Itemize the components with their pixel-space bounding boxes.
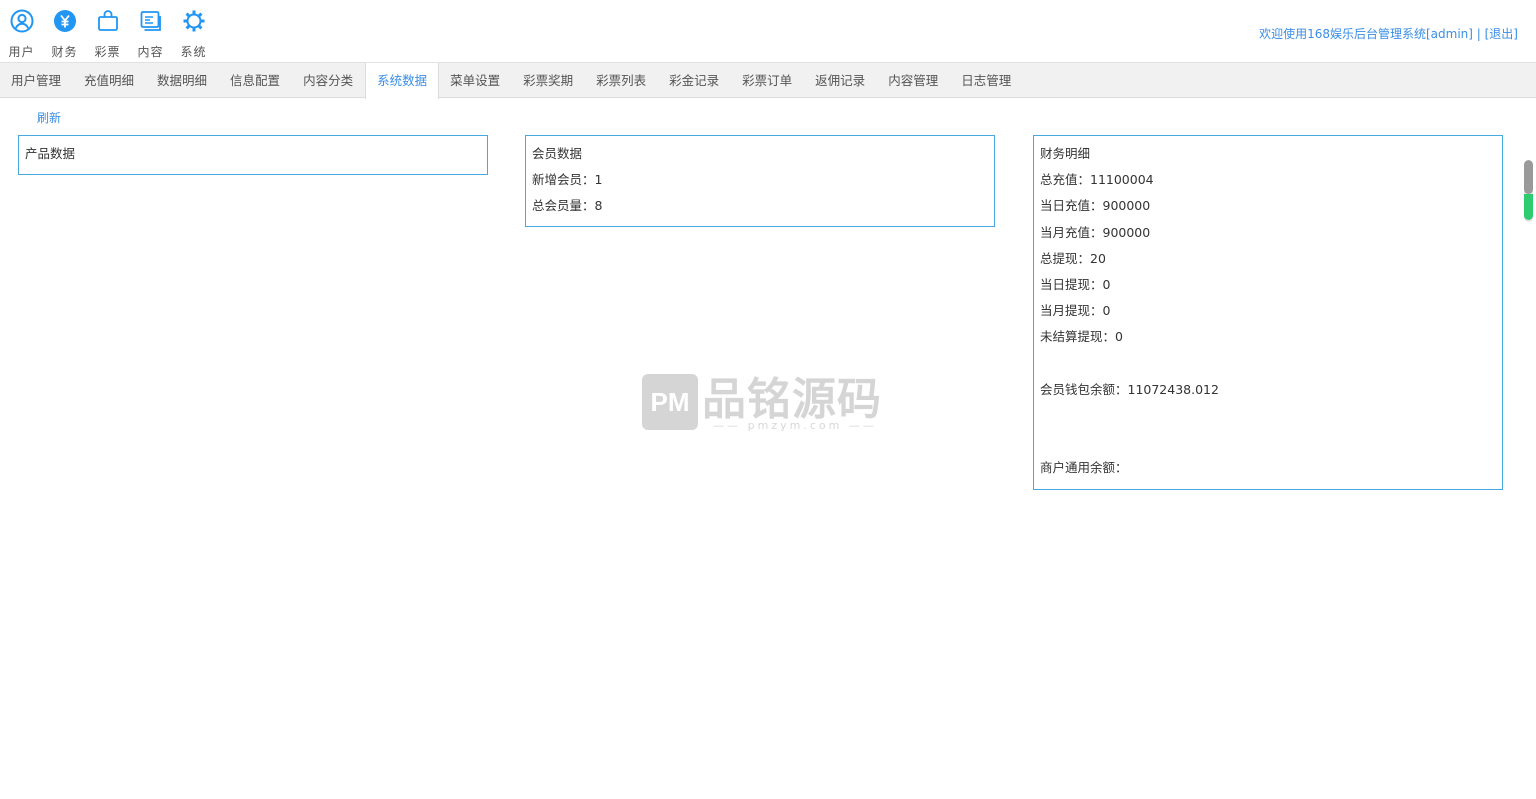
scroll-indicator[interactable] <box>1524 160 1533 222</box>
logout-link[interactable]: [退出] <box>1485 27 1518 41</box>
top-nav-label: 内容 <box>137 45 164 59</box>
watermark-badge: PM <box>642 374 698 430</box>
new-members-row: 新增会员：1 <box>532 172 603 188</box>
daily-withdraw-row: 当日提现：0 <box>1040 276 1111 292</box>
monthly-withdraw-row: 当月提现：0 <box>1040 303 1111 319</box>
welcome-text: 欢迎使用168娱乐后台管理系统[admin] <box>1259 27 1473 41</box>
tab-6[interactable]: 菜单设置 <box>439 63 512 98</box>
top-nav-finance[interactable]: 财务 <box>43 8 86 60</box>
top-nav-system[interactable]: 系统 <box>172 8 215 60</box>
finance-detail-panel: 财务明细 总充值：11100004 当日充值：900000 当月充值：90000… <box>1033 135 1503 490</box>
watermark-logo: PM 品铭源码 —— pmzym.com —— <box>642 374 892 436</box>
tab-8[interactable]: 彩票列表 <box>585 63 658 98</box>
gear-icon <box>181 8 207 34</box>
spacer-row <box>1040 356 1496 382</box>
spacer-row <box>1040 434 1496 460</box>
content-icon <box>138 8 164 34</box>
total-withdraw-row: 总提现：20 <box>1040 250 1106 266</box>
spacer-row <box>1040 408 1496 434</box>
tab-10[interactable]: 彩票订单 <box>731 63 804 98</box>
yen-icon <box>52 8 78 34</box>
top-nav-content[interactable]: 内容 <box>129 8 172 60</box>
top-nav-user[interactable]: 用户 <box>0 8 43 60</box>
top-nav-lottery[interactable]: 彩票 <box>86 8 129 60</box>
refresh-link[interactable]: 刷新 <box>37 109 61 126</box>
tab-0[interactable]: 用户管理 <box>0 63 73 98</box>
member-data-panel: 会员数据 新增会员：1 总会员量：8 <box>525 135 995 227</box>
tab-5[interactable]: 系统数据 <box>365 63 440 99</box>
tab-12[interactable]: 内容管理 <box>877 63 950 98</box>
bag-icon <box>95 8 121 34</box>
top-header: 用户 财务 彩票 内容 系统 欢迎使用168娱乐后台管理系统[admin] | … <box>0 0 1536 62</box>
merchant-balance-row: 商户通用余额： <box>1040 460 1128 476</box>
tab-2[interactable]: 数据明细 <box>146 63 219 98</box>
top-nav: 用户 财务 彩票 内容 系统 <box>0 8 215 60</box>
tab-1[interactable]: 充值明细 <box>73 63 146 98</box>
welcome-bar: 欢迎使用168娱乐后台管理系统[admin] | [退出] <box>1259 25 1518 42</box>
top-nav-label: 彩票 <box>94 45 121 59</box>
panel-title: 产品数据 <box>25 146 76 161</box>
user-icon <box>9 8 35 34</box>
tab-9[interactable]: 彩金记录 <box>658 63 731 98</box>
separator: | <box>1472 27 1485 41</box>
panel-title: 会员数据 <box>532 146 583 161</box>
tab-7[interactable]: 彩票奖期 <box>512 63 585 98</box>
total-recharge-row: 总充值：11100004 <box>1040 172 1154 188</box>
tab-4[interactable]: 内容分类 <box>292 63 365 98</box>
tab-bar: 用户管理 充值明细 数据明细 信息配置 内容分类 系统数据 菜单设置 彩票奖期 彩票列表 彩金记录… <box>0 62 1536 99</box>
top-nav-label: 财务 <box>51 45 78 59</box>
top-nav-label: 用户 <box>8 45 35 59</box>
watermark-url: —— pmzym.com —— <box>713 419 877 432</box>
daily-recharge-row: 当日充值：900000 <box>1040 198 1151 214</box>
top-nav-label: 系统 <box>180 45 207 59</box>
scroll-progress <box>1524 194 1533 220</box>
watermark-text: 品铭源码 <box>702 374 882 425</box>
tab-3[interactable]: 信息配置 <box>219 63 292 98</box>
panel-title: 财务明细 <box>1040 146 1091 161</box>
tab-11[interactable]: 返佣记录 <box>804 63 877 98</box>
total-members-row: 总会员量：8 <box>532 198 603 214</box>
scroll-thumb[interactable] <box>1524 160 1533 194</box>
product-data-panel: 产品数据 <box>18 135 488 175</box>
monthly-recharge-row: 当月充值：900000 <box>1040 224 1151 240</box>
tab-13[interactable]: 日志管理 <box>950 63 1023 98</box>
wallet-balance-row: 会员钱包余额：11072438.012 <box>1040 381 1219 397</box>
unsettled-withdraw-row: 未结算提现：0 <box>1040 329 1123 345</box>
